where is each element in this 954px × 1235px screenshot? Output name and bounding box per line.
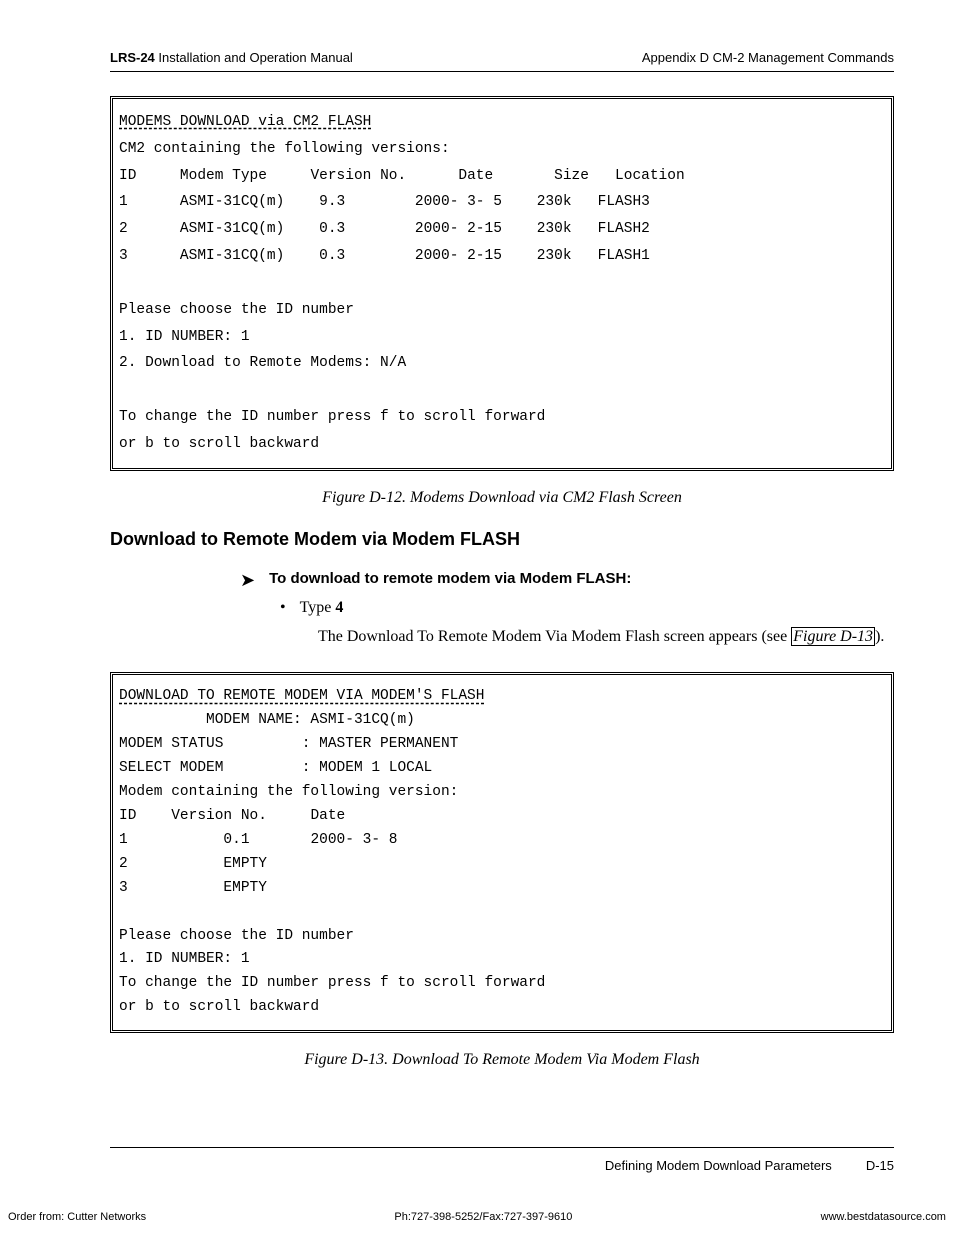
page-header: LRS-24 Installation and Operation Manual…: [110, 50, 894, 65]
s1-p3: 2. Download to Remote Modems: N/A: [119, 355, 406, 371]
ftr-rule: [110, 1147, 894, 1148]
s2-l2: MODEM STATUS : MASTER PERMANENT: [119, 736, 458, 752]
section-heading: Download to Remote Modem via Modem FLASH: [110, 529, 894, 550]
vendor-left: Order from: Cutter Networks: [8, 1211, 146, 1223]
screen1-sub: CM2 containing the following versions:: [119, 141, 450, 157]
table-row: 3 ASMI-31CQ(m) 0.3 2000- 2-15 230k FLASH…: [119, 248, 650, 264]
body-paragraph: The Download To Remote Modem Via Modem F…: [318, 625, 894, 648]
terminal-screen-2: DOWNLOAD TO REMOTE MODEM VIA MODEM'S FLA…: [110, 672, 894, 1033]
bullet-icon: •: [280, 599, 286, 616]
s2-p1: Please choose the ID number: [119, 928, 354, 944]
vendor-footer: Order from: Cutter Networks Ph:727-398-5…: [0, 1211, 954, 1223]
hdr-left: LRS-24 Installation and Operation Manual: [110, 50, 353, 65]
s2-p2: 1. ID NUMBER: 1: [119, 951, 250, 967]
s1-p1: Please choose the ID number: [119, 302, 354, 318]
s2-l1: MODEM NAME: ASMI-31CQ(m): [119, 712, 415, 728]
table-row: 1 ASMI-31CQ(m) 9.3 2000- 3- 5 230k FLASH…: [119, 194, 650, 210]
screen2-title: DOWNLOAD TO REMOTE MODEM VIA MODEM'S FLA…: [119, 688, 484, 704]
table-row: 2 EMPTY: [119, 856, 267, 872]
vendor-right: www.bestdatasource.com: [821, 1211, 946, 1223]
table-row: 3 EMPTY: [119, 880, 267, 896]
arrow-icon: ➤: [240, 570, 255, 592]
s1-p5: or b to scroll backward: [119, 436, 319, 452]
screen1-title: MODEMS DOWNLOAD via CM2 FLASH: [119, 114, 371, 130]
s2-l4: Modem containing the following version:: [119, 784, 458, 800]
footer-page: D-15: [866, 1158, 894, 1173]
table-row: 1 0.1 2000- 3- 8: [119, 832, 397, 848]
procedure-line: ➤ To download to remote modem via Modem …: [240, 570, 894, 592]
bullet-line: •Type 4: [280, 599, 894, 617]
figure-ref-link[interactable]: Figure D-13: [791, 627, 875, 646]
footer-section: Defining Modem Download Parameters: [605, 1158, 832, 1173]
s1-p2: 1. ID NUMBER: 1: [119, 329, 250, 345]
hdr-rule: [110, 71, 894, 72]
page-footer: Defining Modem Download Parameters D-15: [110, 1147, 894, 1173]
figure-caption-1: Figure D-12. Modems Download via CM2 Fla…: [110, 489, 894, 507]
s2-cols: ID Version No. Date: [119, 808, 345, 824]
s2-l3: SELECT MODEM : MODEM 1 LOCAL: [119, 760, 432, 776]
terminal-screen-1: MODEMS DOWNLOAD via CM2 FLASH CM2 contai…: [110, 96, 894, 471]
s2-p3: To change the ID number press f to scrol…: [119, 975, 545, 991]
vendor-mid: Ph:727-398-5252/Fax:727-397-9610: [394, 1211, 572, 1223]
table-row: 2 ASMI-31CQ(m) 0.3 2000- 2-15 230k FLASH…: [119, 221, 650, 237]
s2-p4: or b to scroll backward: [119, 999, 319, 1015]
s1-p4: To change the ID number press f to scrol…: [119, 409, 545, 425]
s1-cols: ID Modem Type Version No. Date Size Loca…: [119, 168, 685, 184]
figure-caption-2: Figure D-13. Download To Remote Modem Vi…: [110, 1051, 894, 1069]
hdr-right: Appendix D CM-2 Management Commands: [642, 50, 894, 65]
procedure-text: To download to remote modem via Modem FL…: [269, 570, 631, 587]
